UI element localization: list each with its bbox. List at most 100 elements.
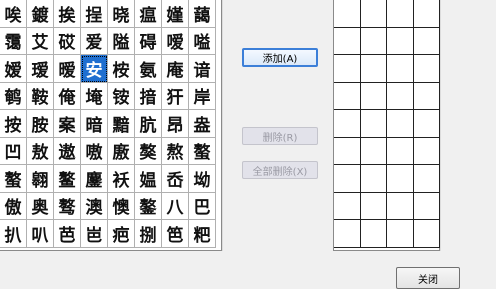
character-cell[interactable]: 笆 <box>162 220 189 248</box>
character-cell[interactable]: 案 <box>54 110 81 138</box>
selected-character-cell[interactable] <box>387 82 414 110</box>
character-cell[interactable]: 奥 <box>27 192 54 220</box>
character-cell[interactable]: 铵 <box>108 82 135 110</box>
character-cell[interactable]: 巴 <box>189 192 216 220</box>
character-cell[interactable]: 鹌 <box>0 82 27 110</box>
selected-character-cell[interactable] <box>334 137 361 165</box>
selected-character-cell[interactable] <box>387 27 414 55</box>
character-cell[interactable]: 暧 <box>54 55 81 83</box>
character-cell[interactable]: 爱 <box>81 27 108 55</box>
character-cell[interactable]: 唉 <box>0 0 27 28</box>
character-cell[interactable]: 嗌 <box>189 27 216 55</box>
character-cell[interactable]: 鞍 <box>27 82 54 110</box>
character-cell[interactable]: 鍍 <box>27 0 54 28</box>
character-cell[interactable]: 按 <box>0 110 27 138</box>
character-cell[interactable]: 嫒 <box>0 55 27 83</box>
selected-character-cell[interactable] <box>413 220 440 248</box>
character-cell[interactable]: 螯 <box>0 165 27 193</box>
character-cell[interactable]: 疤 <box>108 220 135 248</box>
delete-all-button[interactable]: 全部删除(X) <box>242 161 318 179</box>
character-cell[interactable]: 嗷 <box>81 137 108 165</box>
character-cell[interactable]: 挨 <box>54 0 81 28</box>
character-cell[interactable]: 坳 <box>189 165 216 193</box>
delete-button[interactable]: 删除(R) <box>242 127 318 145</box>
character-cell[interactable]: 捌 <box>135 220 162 248</box>
character-cell[interactable]: 遨 <box>54 137 81 165</box>
character-cell[interactable]: 庵 <box>162 55 189 83</box>
character-cell[interactable]: 凹 <box>0 137 27 165</box>
character-cell[interactable]: 霭 <box>0 27 27 55</box>
selected-character-cell[interactable] <box>387 220 414 248</box>
character-cell[interactable]: 氨 <box>135 55 162 83</box>
character-cell[interactable]: 鏖 <box>81 165 108 193</box>
character-cell[interactable]: 暗 <box>81 110 108 138</box>
character-cell[interactable]: 碍 <box>135 27 162 55</box>
selected-character-cell[interactable] <box>334 192 361 220</box>
character-cell[interactable]: 懊 <box>108 192 135 220</box>
selected-character-cell[interactable] <box>334 110 361 138</box>
selected-character-cell[interactable] <box>334 220 361 248</box>
character-cell[interactable]: 敖 <box>27 137 54 165</box>
character-cell[interactable]: 獒 <box>135 137 162 165</box>
character-cell[interactable]: 叭 <box>27 220 54 248</box>
character-cell[interactable]: 傲 <box>0 192 27 220</box>
character-cell[interactable]: 谙 <box>189 55 216 83</box>
selected-character-cell[interactable] <box>387 0 414 28</box>
character-cell[interactable]: 肮 <box>135 110 162 138</box>
character-cell[interactable]: 艾 <box>27 27 54 55</box>
selected-character-cell[interactable] <box>387 192 414 220</box>
selected-character-cell[interactable] <box>413 110 440 138</box>
character-cell[interactable]: 媪 <box>135 165 162 193</box>
selected-character-cell[interactable] <box>334 0 361 28</box>
character-cell[interactable]: 八 <box>162 192 189 220</box>
character-cell[interactable]: 晓 <box>108 0 135 28</box>
selected-character-cell[interactable] <box>413 27 440 55</box>
character-cell[interactable]: 隘 <box>108 27 135 55</box>
character-cell[interactable]: 熬 <box>162 137 189 165</box>
selected-character-cell[interactable] <box>334 27 361 55</box>
selected-character-cell[interactable] <box>334 165 361 193</box>
character-cell[interactable]: 俺 <box>54 82 81 110</box>
selected-character-cell[interactable] <box>360 165 387 193</box>
character-cell[interactable]: 昂 <box>162 110 189 138</box>
character-cell[interactable]: 粑 <box>189 220 216 248</box>
character-cell[interactable]: 埯 <box>81 82 108 110</box>
close-button[interactable]: 关闭 <box>396 267 460 289</box>
character-cell[interactable]: 螯 <box>189 137 216 165</box>
selected-character-cell[interactable] <box>360 220 387 248</box>
character-cell[interactable]: 岜 <box>81 220 108 248</box>
character-cell[interactable]: 瘟 <box>135 0 162 28</box>
selected-character-cell[interactable] <box>334 55 361 83</box>
character-cell[interactable]: 芭 <box>54 220 81 248</box>
add-button[interactable]: 添加(A) <box>242 48 318 67</box>
character-cell[interactable]: 翱 <box>27 165 54 193</box>
character-cell[interactable]: 嫤 <box>162 0 189 28</box>
character-cell[interactable]: 鳌 <box>54 165 81 193</box>
character-cell[interactable]: 砹 <box>54 27 81 55</box>
selected-character-cell[interactable] <box>387 165 414 193</box>
character-list-scrollbar[interactable] <box>222 0 240 251</box>
selected-character-cell[interactable] <box>360 27 387 55</box>
selected-character-cell[interactable] <box>413 0 440 28</box>
character-cell[interactable]: 扒 <box>0 220 27 248</box>
character-cell[interactable]: 廒 <box>108 137 135 165</box>
selected-character-cell[interactable] <box>360 192 387 220</box>
character-cell[interactable]: 安 <box>81 55 108 83</box>
selected-character-cell[interactable] <box>360 137 387 165</box>
character-cell[interactable]: 犴 <box>162 82 189 110</box>
selected-character-cell[interactable] <box>334 82 361 110</box>
selected-character-cell[interactable] <box>387 137 414 165</box>
character-cell[interactable]: 桉 <box>108 55 135 83</box>
character-cell[interactable]: 揞 <box>135 82 162 110</box>
selected-character-cell[interactable] <box>360 55 387 83</box>
character-cell[interactable]: 岸 <box>189 82 216 110</box>
selected-character-cell[interactable] <box>387 55 414 83</box>
selected-characters-scrollbar[interactable] <box>440 0 458 251</box>
character-cell[interactable]: 瑷 <box>27 55 54 83</box>
character-cell[interactable]: 藹 <box>189 0 216 28</box>
selected-character-cell[interactable] <box>360 0 387 28</box>
character-cell[interactable]: 挰 <box>81 0 108 28</box>
character-cell[interactable]: 盎 <box>189 110 216 138</box>
character-cell[interactable]: 嗳 <box>162 27 189 55</box>
selected-character-cell[interactable] <box>387 110 414 138</box>
